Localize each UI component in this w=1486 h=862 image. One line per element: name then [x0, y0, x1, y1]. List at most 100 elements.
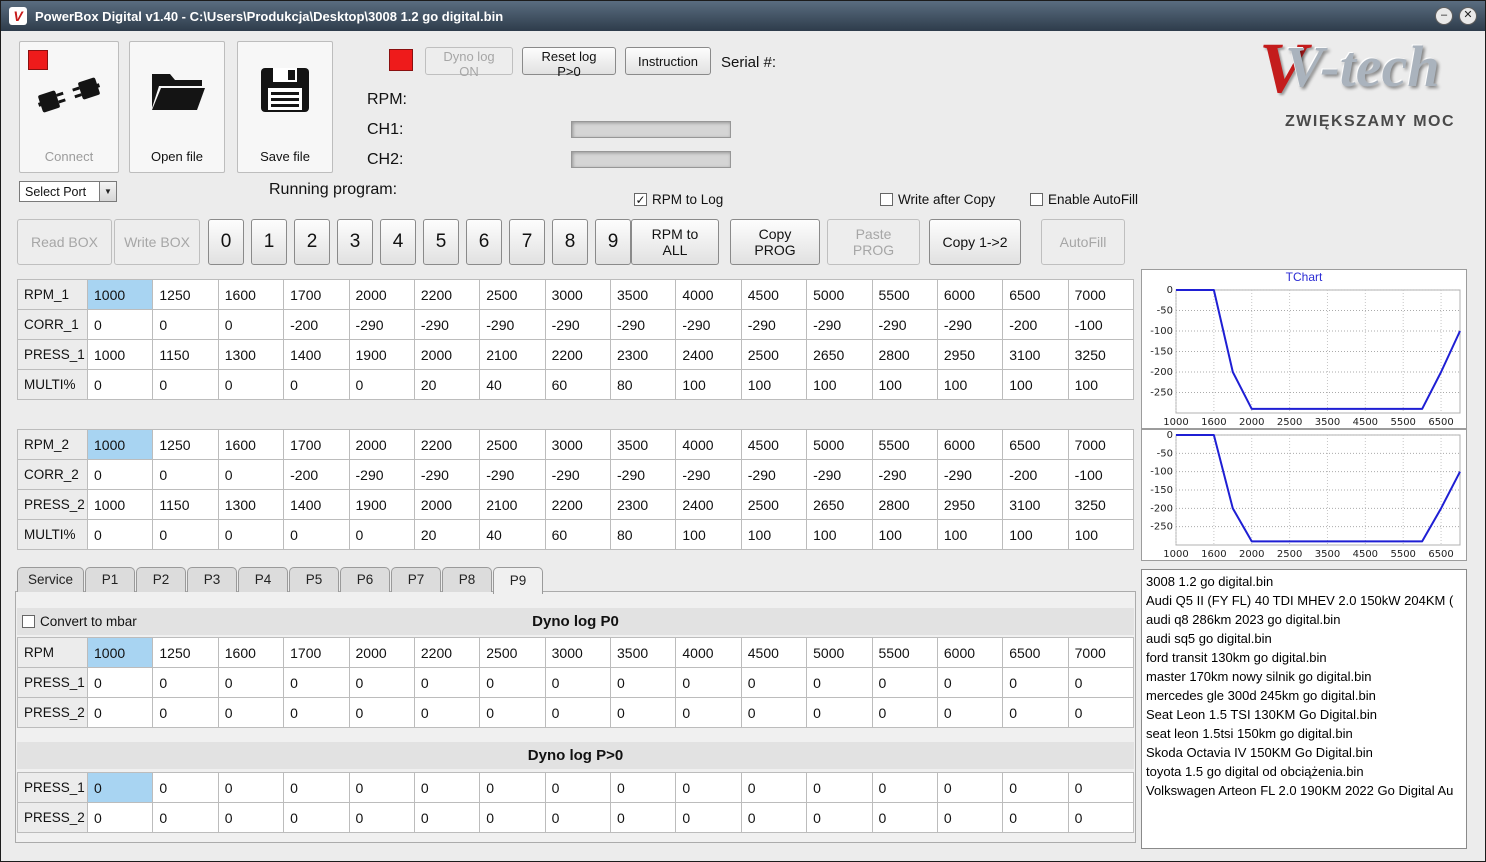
value-cell[interactable]: 0: [936, 667, 1004, 698]
value-cell[interactable]: 5500: [871, 429, 938, 460]
value-cell[interactable]: 0: [871, 772, 938, 803]
value-cell[interactable]: 0: [348, 519, 415, 550]
value-cell[interactable]: 3100: [1002, 489, 1069, 520]
value-cell[interactable]: -290: [740, 309, 808, 340]
value-cell[interactable]: -290: [413, 309, 481, 340]
value-cell[interactable]: 0: [152, 519, 219, 550]
value-cell[interactable]: 0: [609, 697, 677, 728]
value-cell[interactable]: 3000: [544, 279, 612, 310]
value-cell[interactable]: 0: [871, 802, 938, 833]
digit-button-2[interactable]: 2: [294, 219, 330, 265]
value-cell[interactable]: 80: [609, 369, 677, 400]
value-cell[interactable]: 0: [936, 802, 1004, 833]
autofill-button[interactable]: AutoFill: [1041, 219, 1125, 265]
value-cell[interactable]: -290: [806, 459, 873, 490]
value-cell[interactable]: 0: [479, 667, 546, 698]
digit-button-1[interactable]: 1: [251, 219, 287, 265]
value-cell[interactable]: 0: [283, 667, 350, 698]
value-cell[interactable]: 0: [283, 519, 350, 550]
value-cell[interactable]: -290: [936, 459, 1004, 490]
value-cell[interactable]: -290: [544, 459, 612, 490]
value-cell[interactable]: 0: [609, 802, 677, 833]
value-cell[interactable]: 100: [1002, 369, 1069, 400]
tab-p7[interactable]: P7: [391, 567, 442, 592]
value-cell[interactable]: -290: [936, 309, 1004, 340]
value-cell[interactable]: 100: [1067, 519, 1135, 550]
value-cell[interactable]: 1400: [283, 489, 350, 520]
value-cell[interactable]: 2950: [936, 489, 1004, 520]
value-cell[interactable]: 0: [675, 802, 742, 833]
value-cell[interactable]: 2500: [740, 489, 808, 520]
value-cell[interactable]: 1250: [152, 279, 219, 310]
tab-p5[interactable]: P5: [289, 567, 340, 592]
value-cell[interactable]: 4000: [675, 429, 742, 460]
value-cell[interactable]: 0: [806, 802, 873, 833]
digit-button-6[interactable]: 6: [466, 219, 502, 265]
value-cell[interactable]: 1150: [152, 339, 219, 370]
value-cell[interactable]: 0: [413, 802, 481, 833]
value-cell[interactable]: 100: [740, 369, 808, 400]
connect-button[interactable]: Connect: [19, 41, 119, 173]
value-cell[interactable]: 0: [479, 772, 546, 803]
value-cell[interactable]: -290: [806, 309, 873, 340]
value-cell[interactable]: 1400: [283, 339, 350, 370]
read-box-button[interactable]: Read BOX: [17, 219, 112, 265]
value-cell[interactable]: -290: [740, 459, 808, 490]
write-after-copy-checkbox[interactable]: Write after Copy: [880, 192, 995, 207]
value-cell[interactable]: -290: [609, 459, 677, 490]
value-cell[interactable]: 2400: [675, 339, 742, 370]
value-cell[interactable]: 0: [217, 802, 285, 833]
open-file-button[interactable]: Open file: [129, 41, 225, 173]
value-cell[interactable]: 3000: [544, 637, 612, 668]
close-button[interactable]: ✕: [1459, 7, 1477, 25]
value-cell[interactable]: -290: [479, 459, 546, 490]
value-cell[interactable]: 60: [544, 519, 612, 550]
value-cell[interactable]: -200: [1002, 309, 1069, 340]
value-cell[interactable]: 0: [86, 369, 154, 400]
value-cell[interactable]: 0: [217, 697, 285, 728]
value-cell[interactable]: 2500: [479, 429, 546, 460]
chevron-down-icon[interactable]: ▼: [99, 182, 116, 201]
value-cell[interactable]: 1150: [152, 489, 219, 520]
tab-service[interactable]: Service: [17, 567, 85, 592]
value-cell[interactable]: 2200: [413, 279, 481, 310]
value-cell[interactable]: 1300: [217, 339, 285, 370]
value-cell[interactable]: 0: [806, 667, 873, 698]
value-cell[interactable]: 0: [675, 667, 742, 698]
value-cell[interactable]: 2200: [544, 339, 612, 370]
value-cell[interactable]: 0: [806, 772, 873, 803]
value-cell[interactable]: 2200: [544, 489, 612, 520]
value-cell[interactable]: 0: [348, 667, 415, 698]
value-cell[interactable]: 0: [1067, 802, 1135, 833]
file-list-item[interactable]: seat leon 1.5tsi 150km go digital.bin: [1146, 724, 1462, 743]
file-list-item[interactable]: toyota 1.5 go digital od obciążenia.bin: [1146, 762, 1462, 781]
digit-button-9[interactable]: 9: [595, 219, 631, 265]
value-cell[interactable]: 2000: [348, 637, 415, 668]
value-cell[interactable]: 2300: [609, 489, 677, 520]
value-cell[interactable]: 5000: [806, 429, 873, 460]
reset-log-button[interactable]: Reset log P>0: [522, 47, 616, 79]
value-cell[interactable]: 20: [413, 519, 481, 550]
value-cell[interactable]: 1600: [217, 637, 285, 668]
copy-1-to-2-button[interactable]: Copy 1->2: [929, 219, 1021, 265]
value-cell[interactable]: 1600: [217, 429, 285, 460]
file-list-item[interactable]: Audi Q5 II (FY FL) 40 TDI MHEV 2.0 150kW…: [1146, 591, 1462, 610]
value-cell[interactable]: 0: [283, 772, 350, 803]
value-cell[interactable]: 0: [152, 459, 219, 490]
value-cell[interactable]: 2000: [413, 339, 481, 370]
value-cell[interactable]: -290: [413, 459, 481, 490]
value-cell[interactable]: 0: [413, 667, 481, 698]
value-cell[interactable]: 0: [675, 772, 742, 803]
tab-p3[interactable]: P3: [187, 567, 238, 592]
value-cell[interactable]: 0: [1002, 667, 1069, 698]
value-cell[interactable]: 0: [283, 697, 350, 728]
value-cell[interactable]: 0: [152, 802, 219, 833]
value-cell[interactable]: 100: [871, 369, 938, 400]
value-cell[interactable]: 100: [936, 519, 1004, 550]
value-cell[interactable]: -290: [871, 309, 938, 340]
value-cell[interactable]: -290: [675, 309, 742, 340]
selected-value-cell[interactable]: 0: [86, 772, 154, 803]
value-cell[interactable]: 100: [675, 519, 742, 550]
minimize-button[interactable]: –: [1435, 7, 1453, 25]
file-list-item[interactable]: ford transit 130km go digital.bin: [1146, 648, 1462, 667]
